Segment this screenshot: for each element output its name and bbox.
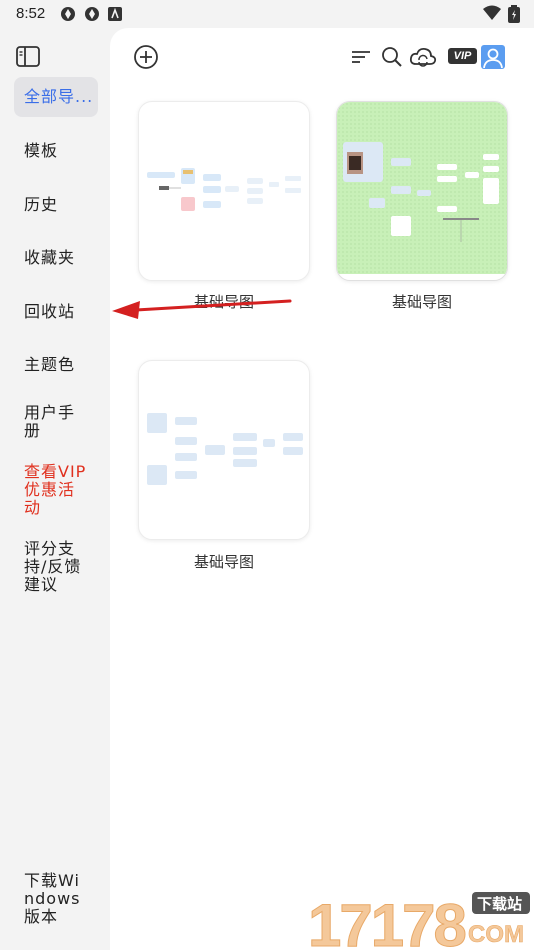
search-icon[interactable] [379,44,405,70]
sidebar-item-favorites[interactable]: 收藏夹 [14,249,98,267]
sidebar-item-download-windows[interactable]: 下载Windows版本 [14,872,88,926]
mindmap-card-1[interactable] [138,101,310,281]
sidebar-item-all-maps[interactable]: 全部导... [14,77,98,117]
app-notification-icon [108,7,122,21]
user-account-icon[interactable] [481,45,505,69]
mindmap-thumbnail-2 [337,102,507,274]
wifi-icon [483,5,501,20]
svg-text:下载站: 下载站 [477,895,522,913]
vip-badge[interactable]: VIP [448,48,477,64]
mindmap-thumbnail-1 [147,168,301,211]
svg-text:COM: COM [468,921,524,948]
card-title-3: 基础导图 [193,553,254,571]
annotation-arrow-icon [112,299,292,319]
status-bar: 8:52 [0,0,534,28]
sort-icon[interactable] [348,44,374,70]
sidebar-item-theme-color[interactable]: 主题色 [14,356,98,374]
sidebar-item-templates[interactable]: 模板 [14,142,98,160]
watermark-logo-icon: 17178 下载站 COM [308,892,530,950]
sidebar: 全部导... 模板 历史 收藏夹 回收站 主题色 用户手册 查看VIP优惠活动 … [0,28,110,950]
sync-notification-icon-2 [85,7,99,21]
sidebar-item-history[interactable]: 历史 [14,196,98,214]
mindmap-card-2[interactable] [336,101,508,281]
main-panel: VIP 基础导图 基础导图 基础导图 [110,28,534,950]
svg-text:17178: 17178 [308,892,465,950]
sidebar-item-vip-promo[interactable]: 查看VIP优惠活动 [14,463,88,517]
sidebar-item-rate-feedback[interactable]: 评分支持/反馈建议 [14,540,88,594]
mindmap-thumbnail-3 [147,413,303,485]
battery-icon [508,5,520,23]
site-watermark: 17178 下载站 COM [308,888,534,950]
sync-notification-icon [61,7,75,21]
sidebar-item-recycle-bin[interactable]: 回收站 [14,303,98,321]
sidebar-item-user-manual[interactable]: 用户手册 [14,404,84,440]
mindmap-card-3[interactable] [138,360,310,540]
status-time: 8:52 [16,5,46,22]
cloud-sync-icon[interactable] [409,44,437,70]
add-map-icon[interactable] [133,44,159,70]
card-title-2: 基础导图 [391,293,452,311]
sidebar-toggle-icon[interactable] [16,46,40,68]
